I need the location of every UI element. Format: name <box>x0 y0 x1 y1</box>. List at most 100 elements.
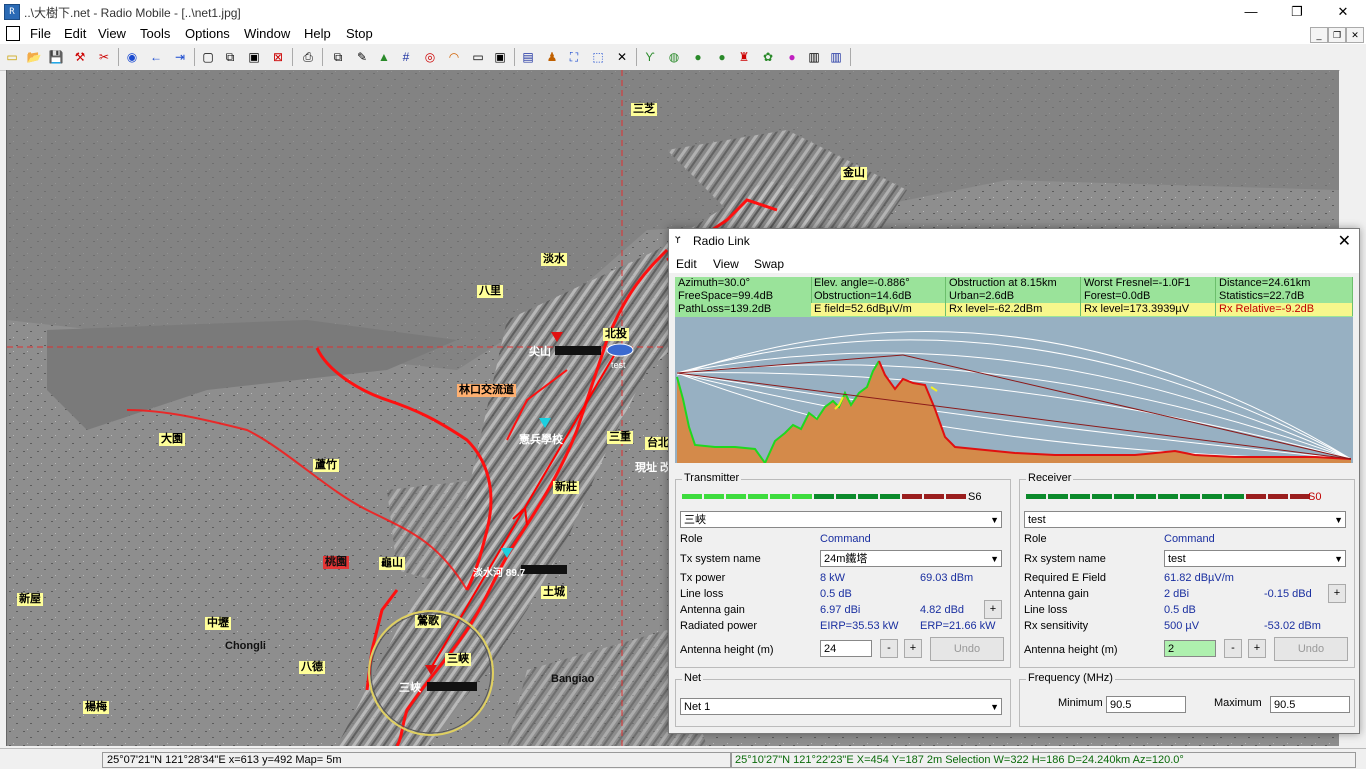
rainbow-icon[interactable]: ◠ <box>446 49 462 65</box>
dialog-close-button[interactable]: ✕ <box>1338 231 1351 251</box>
interference-icon[interactable]: ● <box>784 49 800 65</box>
cursor-coordinates: 25°07'21"N 121°28'34"E x=613 y=492 Map= … <box>102 752 732 768</box>
tx-height-minus-button[interactable]: - <box>880 639 898 658</box>
frequency-max-input[interactable]: 90.5 <box>1270 696 1350 713</box>
child-close-button[interactable]: ✕ <box>1346 27 1364 43</box>
map-label: Chongli <box>225 640 266 652</box>
rx-gain-plus-button[interactable]: + <box>1328 584 1346 603</box>
tower-icon[interactable]: ♜ <box>736 49 752 65</box>
target-icon[interactable]: ◎ <box>422 49 438 65</box>
tx-undo-button[interactable]: Undo <box>930 637 1004 661</box>
tx-gain-plus-button[interactable]: + <box>984 600 1002 619</box>
net-group: Net Net 1 ▼ <box>675 672 1011 727</box>
forward-arrow-icon[interactable]: ⇥ <box>172 49 188 65</box>
child-minimize-button[interactable]: _ <box>1310 27 1328 43</box>
ruler-icon[interactable]: ▭ <box>470 49 486 65</box>
route-icon[interactable]: ✿ <box>760 49 776 65</box>
toolbar: ▭ 📂 💾 ⚒ ✂ ◉ ← ⇥ ▢ ⧉ ▣ ⊠ ⎙ ⧉ ✎ ▲ # ◎ ◠ ▭ … <box>0 44 1366 71</box>
menu-file[interactable]: File <box>30 26 51 41</box>
combined-coverage-icon[interactable]: ● <box>714 49 730 65</box>
tx-height-plus-button[interactable]: + <box>904 639 922 658</box>
fit-icon[interactable]: ⛶ <box>566 49 582 65</box>
rx-undo-button[interactable]: Undo <box>1274 637 1348 661</box>
title-bar: R ..\大樹下.net - Radio Mobile - [..\net1.j… <box>0 0 1366 24</box>
map-label: Bangiao <box>551 673 595 685</box>
rx-sensitivity-uv: 500 µV <box>1164 620 1200 632</box>
map-label: 土城 <box>541 586 567 599</box>
table-icon[interactable]: ▥ <box>828 49 844 65</box>
toolbar-separator <box>292 48 293 66</box>
grid-icon[interactable]: # <box>398 49 414 65</box>
radio-link-icon[interactable]: ϒ <box>642 49 658 65</box>
tx-radiated-label: Radiated power <box>680 620 758 632</box>
open-folder-icon[interactable]: 📂 <box>26 49 42 65</box>
terrain-icon[interactable]: ▲ <box>376 49 392 65</box>
close-button[interactable]: ✕ <box>1320 0 1366 24</box>
menu-stop[interactable]: Stop <box>346 26 373 41</box>
net-select[interactable]: Net 1 ▼ <box>680 698 1002 715</box>
coverage-icon[interactable]: ● <box>690 49 706 65</box>
stat-obstruction: Obstruction=14.6dB <box>811 290 946 303</box>
tx-gain-label: Antenna gain <box>680 604 745 616</box>
document-icon[interactable] <box>6 26 20 41</box>
selection-info: 25°10'27"N 121°22'23"E X=454 Y=187 2m Se… <box>730 752 1356 768</box>
menu-window[interactable]: Window <box>244 26 290 41</box>
new-network-icon[interactable]: ▭ <box>4 49 20 65</box>
stat-rx-relative: Rx Relative=-9.2dB <box>1216 303 1353 316</box>
unit-icon[interactable]: ♟ <box>544 49 560 65</box>
menu-bar: File Edit View Tools Options Window Help… <box>0 24 1366 44</box>
restore-button[interactable]: ❐ <box>1274 0 1320 24</box>
tx-system-select[interactable]: 24m鐵塔 ▼ <box>820 550 1002 567</box>
selection-icon[interactable]: ⬚ <box>590 49 606 65</box>
rx-height-minus-button[interactable]: - <box>1224 639 1242 658</box>
polar-plot-icon[interactable]: ◍ <box>666 49 682 65</box>
menu-edit[interactable]: Edit <box>64 26 86 41</box>
rx-height-plus-button[interactable]: + <box>1248 639 1266 658</box>
back-arrow-icon[interactable]: ← <box>148 49 164 65</box>
edit-map-icon[interactable]: ✎ <box>354 49 370 65</box>
print-icon[interactable]: ⎙ <box>300 49 316 65</box>
rx-height-label: Antenna height (m) <box>1024 644 1118 656</box>
cross-icon[interactable]: ✕ <box>614 49 630 65</box>
window-list-icon[interactable]: ▤ <box>520 49 536 65</box>
clear-picture-icon[interactable]: ⊠ <box>270 49 286 65</box>
dialog-title: Radio Link <box>693 234 750 248</box>
map-label: 大園 <box>159 433 185 446</box>
chart-icon[interactable]: ▥ <box>806 49 822 65</box>
rx-unit-select[interactable]: test ▼ <box>1024 511 1346 528</box>
copy-map-icon[interactable]: ⧉ <box>330 49 346 65</box>
child-restore-button[interactable]: ❐ <box>1328 27 1346 43</box>
rx-gain-dbd: -0.15 dBd <box>1264 588 1312 600</box>
rx-height-input[interactable]: 2 <box>1164 640 1216 657</box>
frame-icon[interactable]: ▣ <box>492 49 508 65</box>
menu-help[interactable]: Help <box>304 26 331 41</box>
tx-height-label: Antenna height (m) <box>680 644 774 656</box>
dialog-menu-swap[interactable]: Swap <box>754 257 784 271</box>
dialog-menu-view[interactable]: View <box>713 257 739 271</box>
tx-power-label: Tx power <box>680 572 726 584</box>
menu-view[interactable]: View <box>98 26 126 41</box>
scissors-icon[interactable]: ✂ <box>96 49 112 65</box>
tx-height-input[interactable]: 24 <box>820 640 872 657</box>
frequency-min-label: Minimum <box>1058 697 1103 709</box>
chevron-down-icon: ▼ <box>990 515 999 525</box>
unit-properties-icon[interactable]: ⚒ <box>72 49 88 65</box>
stat-elevation: Elev. angle=-0.886° <box>811 277 946 290</box>
dialog-menu-edit[interactable]: Edit <box>676 257 697 271</box>
menu-options[interactable]: Options <box>185 26 230 41</box>
rx-system-select[interactable]: test ▼ <box>1164 550 1346 567</box>
chevron-down-icon: ▼ <box>990 554 999 564</box>
tx-unit-select[interactable]: 三峽 ▼ <box>680 511 1002 528</box>
minimize-button[interactable]: — <box>1228 0 1274 24</box>
save-icon[interactable]: 💾 <box>48 49 64 65</box>
menu-tools[interactable]: Tools <box>140 26 170 41</box>
toolbar-separator <box>850 48 851 66</box>
window-icon[interactable]: ▢ <box>200 49 216 65</box>
tx-role-value: Command <box>820 533 871 545</box>
profile-graph <box>676 330 1352 463</box>
save-picture-icon[interactable]: ▣ <box>246 49 262 65</box>
copy-icon[interactable]: ⧉ <box>222 49 238 65</box>
globe-icon[interactable]: ◉ <box>124 49 140 65</box>
frequency-min-input[interactable]: 90.5 <box>1106 696 1186 713</box>
rx-system-label: Rx system name <box>1024 553 1106 565</box>
